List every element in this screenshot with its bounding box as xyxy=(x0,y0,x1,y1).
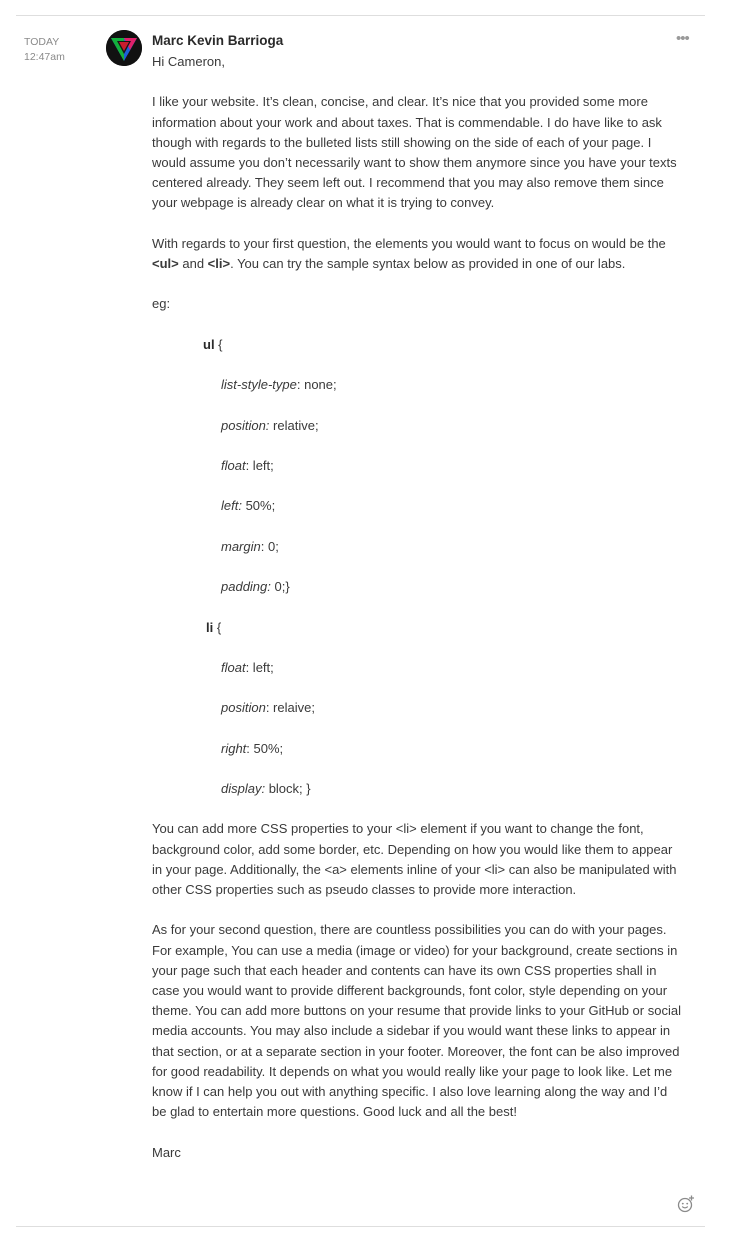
paragraph-2: With regards to your first question, the… xyxy=(152,234,682,274)
css-property: right xyxy=(221,740,247,756)
ul-selector: ul xyxy=(203,336,215,352)
code-rule: position: relaive; xyxy=(152,698,682,718)
css-property: position: xyxy=(221,417,270,433)
ul-selector-line: ul { xyxy=(152,335,682,355)
paragraph-1: I like your website. It’s clean, concise… xyxy=(152,94,677,211)
css-value: : left; xyxy=(245,659,274,675)
eg-label: eg: xyxy=(152,296,171,312)
css-property: float xyxy=(221,457,246,473)
paragraph-4: As for your second question, there are c… xyxy=(152,922,681,1120)
smiley-plus-icon xyxy=(677,1195,694,1213)
add-reaction-icon[interactable] xyxy=(676,1194,696,1214)
css-property: list-style-type xyxy=(221,377,297,393)
code-rule: float: left; xyxy=(152,456,682,476)
paragraph-2-mid: and xyxy=(178,256,208,271)
code-rule: display: block; } xyxy=(152,779,682,799)
signoff: Marc xyxy=(152,1144,181,1160)
css-value: : 50%; xyxy=(246,740,284,756)
css-property: margin xyxy=(221,538,261,554)
css-value: : none; xyxy=(296,377,337,393)
code-rule: position: relative; xyxy=(152,416,682,436)
li-tag: <li> xyxy=(207,256,231,271)
paragraph-2-end: . You can try the sample syntax below as… xyxy=(230,256,626,271)
code-rule: float: left; xyxy=(152,658,682,678)
css-value: 50%; xyxy=(241,498,276,514)
css-property: float xyxy=(221,659,246,675)
timestamp-time: 12:47am xyxy=(24,51,65,63)
code-sample: ul { list-style-type: none; position: re… xyxy=(152,335,682,800)
ul-tag: <ul> xyxy=(152,256,179,271)
ul-brace: { xyxy=(214,336,223,352)
css-property: position xyxy=(221,700,266,716)
css-value: : 0; xyxy=(260,538,279,554)
avatar[interactable] xyxy=(106,30,142,66)
author-name[interactable]: Marc Kevin Barrioga xyxy=(152,33,283,48)
css-value: 0;} xyxy=(270,579,290,595)
more-options-icon[interactable]: ••• xyxy=(676,30,690,47)
css-value: : relaive; xyxy=(265,700,315,716)
message-timestamp: TODAY 12:47am xyxy=(24,35,65,65)
code-rule: padding: 0;} xyxy=(152,577,682,597)
message-body: Hi Cameron, I like your website. It’s cl… xyxy=(152,52,682,1163)
code-rule: left: 50%; xyxy=(152,496,682,516)
css-value: block; } xyxy=(265,781,311,797)
css-value: : left; xyxy=(245,457,274,473)
paragraph-3: You can add more CSS properties to your … xyxy=(152,821,677,898)
top-divider xyxy=(16,15,705,16)
code-rule: margin: 0; xyxy=(152,537,682,557)
li-selector-line: li { xyxy=(152,618,682,638)
code-rule: right: 50%; xyxy=(152,739,682,759)
greeting: Hi Cameron, xyxy=(152,54,225,69)
css-property: display: xyxy=(221,781,266,797)
css-value: relative; xyxy=(269,417,319,433)
timestamp-day: TODAY xyxy=(24,36,60,48)
css-property: left: xyxy=(221,498,242,514)
code-rule: list-style-type: none; xyxy=(152,375,682,395)
li-brace: { xyxy=(213,619,222,635)
css-property: padding: xyxy=(221,579,271,595)
paragraph-2-start: With regards to your first question, the… xyxy=(152,235,666,251)
avatar-logo-icon xyxy=(106,30,142,66)
bottom-divider xyxy=(16,1226,705,1227)
